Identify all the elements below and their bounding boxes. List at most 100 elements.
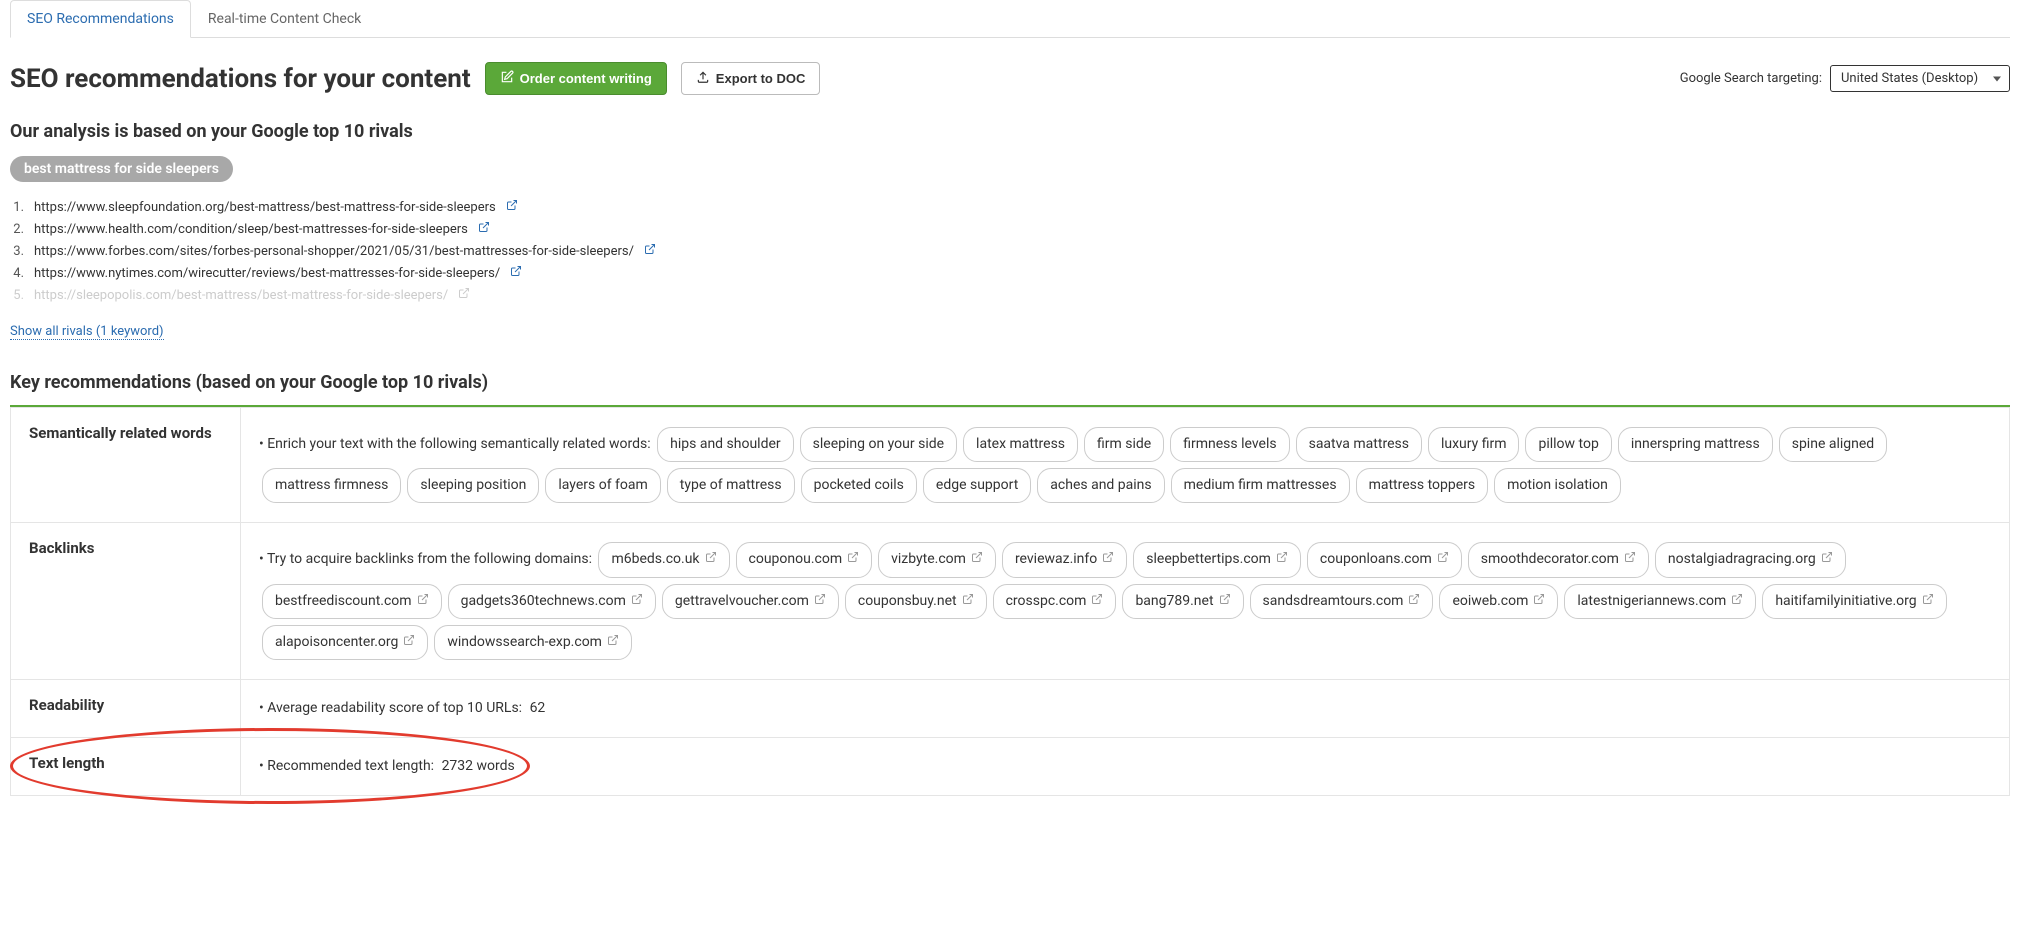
semantic-word-chip[interactable]: aches and pains (1037, 468, 1164, 503)
external-link-icon (1276, 547, 1288, 572)
backlink-domain-chip[interactable]: crosspc.com (993, 584, 1117, 619)
rival-item: 2.https://www.health.com/condition/sleep… (10, 218, 2010, 240)
external-link-icon (847, 547, 859, 572)
backlink-domain-chip[interactable]: latestnigeriannews.com (1564, 584, 1756, 619)
analysis-heading: Our analysis is based on your Google top… (10, 121, 2010, 142)
chip-label: bang789.net (1135, 589, 1213, 614)
external-link-icon[interactable] (478, 221, 490, 237)
backlink-domain-chip[interactable]: haitifamilyinitiative.org (1762, 584, 1946, 619)
semantic-word-chip[interactable]: latex mattress (963, 427, 1078, 462)
external-link-icon (1731, 589, 1743, 614)
rival-item: 3.https://www.forbes.com/sites/forbes-pe… (10, 240, 2010, 262)
value-textlength: 2732 words (442, 758, 515, 774)
show-all-rivals-link[interactable]: Show all rivals (1 keyword) (10, 324, 164, 340)
external-link-icon[interactable] (506, 199, 518, 215)
backlink-domain-chip[interactable]: gettravelvoucher.com (662, 584, 839, 619)
chip-label: vizbyte.com (891, 547, 966, 572)
chip-label: gadgets360technews.com (461, 589, 626, 614)
keyword-pill: best mattress for side sleepers (10, 156, 233, 182)
external-link-icon (1437, 547, 1449, 572)
semantic-word-chip[interactable]: saatva mattress (1296, 427, 1422, 462)
intro-semantic: Enrich your text with the following sema… (259, 436, 651, 452)
edit-icon (500, 70, 514, 87)
rival-number: 5. (10, 288, 24, 303)
rival-url[interactable]: https://www.forbes.com/sites/forbes-pers… (34, 244, 634, 259)
backlink-domain-chip[interactable]: reviewaz.info (1002, 542, 1127, 577)
rival-item: 4. https://www.nytimes.com/wirecutter/rev… (10, 262, 2010, 284)
semantic-word-chip[interactable]: luxury firm (1428, 427, 1520, 462)
rival-url[interactable]: https://sleepopolis.com/best-mattress/be… (34, 288, 448, 303)
external-link-icon[interactable] (458, 287, 470, 303)
backlink-domain-chip[interactable]: gadgets360technews.com (448, 584, 656, 619)
content-semantic: Enrich your text with the following sema… (241, 408, 2010, 523)
external-link-icon (1821, 547, 1833, 572)
backlink-domain-chip[interactable]: nostalgiadragracing.org (1655, 542, 1846, 577)
chip-label: sandsdreamtours.com (1263, 589, 1404, 614)
semantic-word-chip[interactable]: firm side (1084, 427, 1164, 462)
export-doc-button[interactable]: Export to DOC (681, 62, 821, 95)
order-content-button[interactable]: Order content writing (485, 62, 667, 95)
backlink-domain-chip[interactable]: m6beds.co.uk (598, 542, 729, 577)
semantic-word-chip[interactable]: layers of foam (545, 468, 660, 503)
intro-textlength: Recommended text length: (259, 758, 434, 774)
row-textlength: Text length Recommended text length: 273… (11, 738, 2010, 796)
chip-label: reviewaz.info (1015, 547, 1097, 572)
tab-seo-recommendations[interactable]: SEO Recommendations (10, 0, 191, 38)
external-link-icon[interactable] (510, 265, 522, 281)
semantic-word-chip[interactable]: sleeping position (407, 468, 539, 503)
intro-readability: Average readability score of top 10 URLs… (259, 700, 522, 716)
external-link-icon (705, 547, 717, 572)
backlink-domain-chip[interactable]: vizbyte.com (878, 542, 996, 577)
external-link-icon[interactable] (644, 243, 656, 259)
backlink-domain-chip[interactable]: windowssearch-exp.com (434, 625, 632, 660)
rival-number: 1. (10, 200, 24, 215)
chip-label: latestnigeriannews.com (1577, 589, 1726, 614)
recommendations-table: Semantically related words Enrich your t… (10, 407, 2010, 796)
targeting-select[interactable]: United States (Desktop) (1830, 65, 2010, 92)
semantic-word-chip[interactable]: medium firm mattresses (1171, 468, 1350, 503)
chip-label: alapoisoncenter.org (275, 630, 398, 655)
backlink-domain-chip[interactable]: bang789.net (1122, 584, 1243, 619)
content-readability: Average readability score of top 10 URLs… (241, 679, 2010, 737)
chip-label: windowssearch-exp.com (447, 630, 602, 655)
semantic-word-chip[interactable]: spine aligned (1779, 427, 1887, 462)
backlink-domain-chip[interactable]: bestfreediscount.com (262, 584, 442, 619)
rival-url[interactable]: https://www.health.com/condition/sleep/b… (34, 222, 468, 237)
backlink-domain-chip[interactable]: couponou.com (736, 542, 873, 577)
semantic-word-chip[interactable]: motion isolation (1494, 468, 1621, 503)
semantic-word-chip[interactable]: hips and shoulder (657, 427, 794, 462)
rival-number: 4. (10, 266, 24, 281)
external-link-icon (1922, 589, 1934, 614)
semantic-word-chip[interactable]: type of mattress (667, 468, 795, 503)
label-semantic: Semantically related words (11, 408, 241, 523)
label-textlength: Text length (11, 738, 241, 796)
semantic-word-chip[interactable]: sleeping on your side (800, 427, 957, 462)
backlink-domain-chip[interactable]: couponloans.com (1307, 542, 1462, 577)
semantic-word-chip[interactable]: innerspring mattress (1618, 427, 1773, 462)
rival-url[interactable]: https://www.nytimes.com/wirecutter/revie… (34, 266, 500, 281)
content-backlinks: Try to acquire backlinks from the follow… (241, 523, 2010, 680)
external-link-icon (1533, 589, 1545, 614)
backlink-domain-chip[interactable]: smoothdecorator.com (1468, 542, 1649, 577)
external-link-icon (1102, 547, 1114, 572)
semantic-word-chip[interactable]: mattress firmness (262, 468, 401, 503)
external-link-icon (1219, 589, 1231, 614)
backlink-domain-chip[interactable]: sandsdreamtours.com (1250, 584, 1434, 619)
semantic-word-chip[interactable]: edge support (923, 468, 1031, 503)
semantic-word-chip[interactable]: pillow top (1525, 427, 1611, 462)
semantic-word-chip[interactable]: mattress toppers (1356, 468, 1489, 503)
order-content-label: Order content writing (520, 71, 652, 86)
backlink-domain-chip[interactable]: eoiweb.com (1439, 584, 1558, 619)
chip-label: couponsbuy.net (858, 589, 957, 614)
rival-item: 5. https://sleepopolis.com/best-mattress/… (10, 284, 2010, 306)
recommendations-wrapper: Semantically related words Enrich your t… (10, 407, 2010, 796)
rival-url[interactable]: https://www.sleepfoundation.org/best-mat… (34, 200, 496, 215)
tab-realtime-check[interactable]: Real-time Content Check (191, 0, 378, 37)
external-link-icon (1408, 589, 1420, 614)
backlink-domain-chip[interactable]: sleepbettertips.com (1133, 542, 1301, 577)
semantic-word-chip[interactable]: firmness levels (1170, 427, 1289, 462)
backlink-domain-chip[interactable]: alapoisoncenter.org (262, 625, 428, 660)
semantic-word-chip[interactable]: pocketed coils (801, 468, 917, 503)
external-link-icon (1091, 589, 1103, 614)
backlink-domain-chip[interactable]: couponsbuy.net (845, 584, 987, 619)
